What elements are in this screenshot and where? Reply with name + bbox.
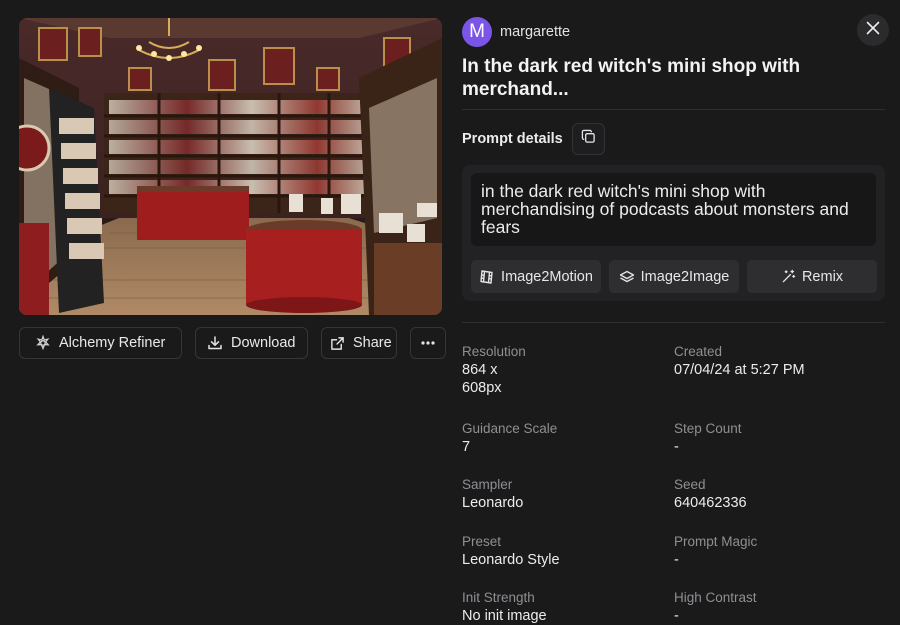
author-name[interactable]: margarette <box>500 24 570 40</box>
step-count-label: Step Count <box>674 421 742 436</box>
sampler-value: Leonardo <box>462 495 524 511</box>
prompt-magic-value: - <box>674 552 679 568</box>
prompt-magic-label: Prompt Magic <box>674 534 758 549</box>
download-button[interactable]: Download <box>195 327 308 359</box>
remix-button[interactable]: Remix <box>747 260 877 293</box>
share-icon <box>330 336 345 351</box>
image2image-label: Image2Image <box>640 268 730 285</box>
guidance-scale-field: Guidance Scale 7 <box>462 420 557 456</box>
init-strength-label: Init Strength <box>462 590 535 605</box>
remix-label: Remix <box>801 268 844 285</box>
resolution-field: Resolution 864 x 608px <box>462 343 526 397</box>
seed-label: Seed <box>674 477 706 492</box>
guidance-scale-value: 7 <box>462 439 471 455</box>
sampler-label: Sampler <box>462 477 513 492</box>
image2image-button[interactable]: Image2Image <box>609 260 739 293</box>
resolution-value-width: 864 x <box>462 362 498 378</box>
page-title: In the dark red witch's mini shop with m… <box>462 56 801 100</box>
high-contrast-value: - <box>674 608 679 624</box>
copy-prompt-button[interactable] <box>572 123 605 155</box>
prompt-text: in the dark red witch's mini shop with m… <box>471 173 876 246</box>
alchemy-refiner-button[interactable]: Alchemy Refiner <box>19 327 182 359</box>
prompt-panel: in the dark red witch's mini shop with m… <box>462 165 885 301</box>
author[interactable]: M margarette <box>462 17 570 47</box>
resolution-value-height: 608px <box>462 380 502 396</box>
download-icon <box>207 335 223 351</box>
preset-label: Preset <box>462 534 502 549</box>
high-contrast-field: High Contrast - <box>674 589 757 625</box>
close-button[interactable] <box>857 14 889 46</box>
divider <box>462 322 885 323</box>
init-strength-value: No init image <box>462 608 547 624</box>
copy-icon <box>581 129 596 149</box>
image2motion-label: Image2Motion <box>501 268 593 285</box>
guidance-scale-label: Guidance Scale <box>462 421 558 436</box>
image2motion-button[interactable]: Image2Motion <box>471 260 601 293</box>
step-count-field: Step Count - <box>674 420 742 456</box>
magic-wand-icon <box>781 269 796 284</box>
step-count-value: - <box>674 439 679 455</box>
share-button[interactable]: Share <box>321 327 397 359</box>
generated-image[interactable] <box>19 18 442 315</box>
alchemy-refiner-label: Alchemy Refiner <box>59 335 166 351</box>
share-label: Share <box>353 335 392 351</box>
preset-field: Preset Leonardo Style <box>462 533 560 569</box>
download-label: Download <box>231 335 296 351</box>
sampler-field: Sampler Leonardo <box>462 476 523 512</box>
created-label: Created <box>674 344 723 359</box>
high-contrast-label: High Contrast <box>674 590 757 605</box>
film-icon <box>479 269 495 285</box>
layers-icon <box>619 269 635 285</box>
preset-value: Leonardo Style <box>462 552 560 568</box>
created-value: 07/04/24 at 5:27 PM <box>674 362 805 378</box>
close-icon <box>865 20 881 41</box>
more-icon <box>420 335 436 351</box>
divider <box>462 109 885 110</box>
prompt-details-label: Prompt details <box>462 131 563 147</box>
prompt-magic-field: Prompt Magic - <box>674 533 757 569</box>
seed-value: 640462336 <box>674 495 747 511</box>
alchemy-icon <box>35 335 51 351</box>
seed-field: Seed 640462336 <box>674 476 747 512</box>
resolution-label: Resolution <box>462 344 526 359</box>
avatar[interactable]: M <box>462 17 492 47</box>
init-strength-field: Init Strength No init image <box>462 589 547 625</box>
more-options-button[interactable] <box>410 327 446 359</box>
created-field: Created 07/04/24 at 5:27 PM <box>674 343 805 379</box>
